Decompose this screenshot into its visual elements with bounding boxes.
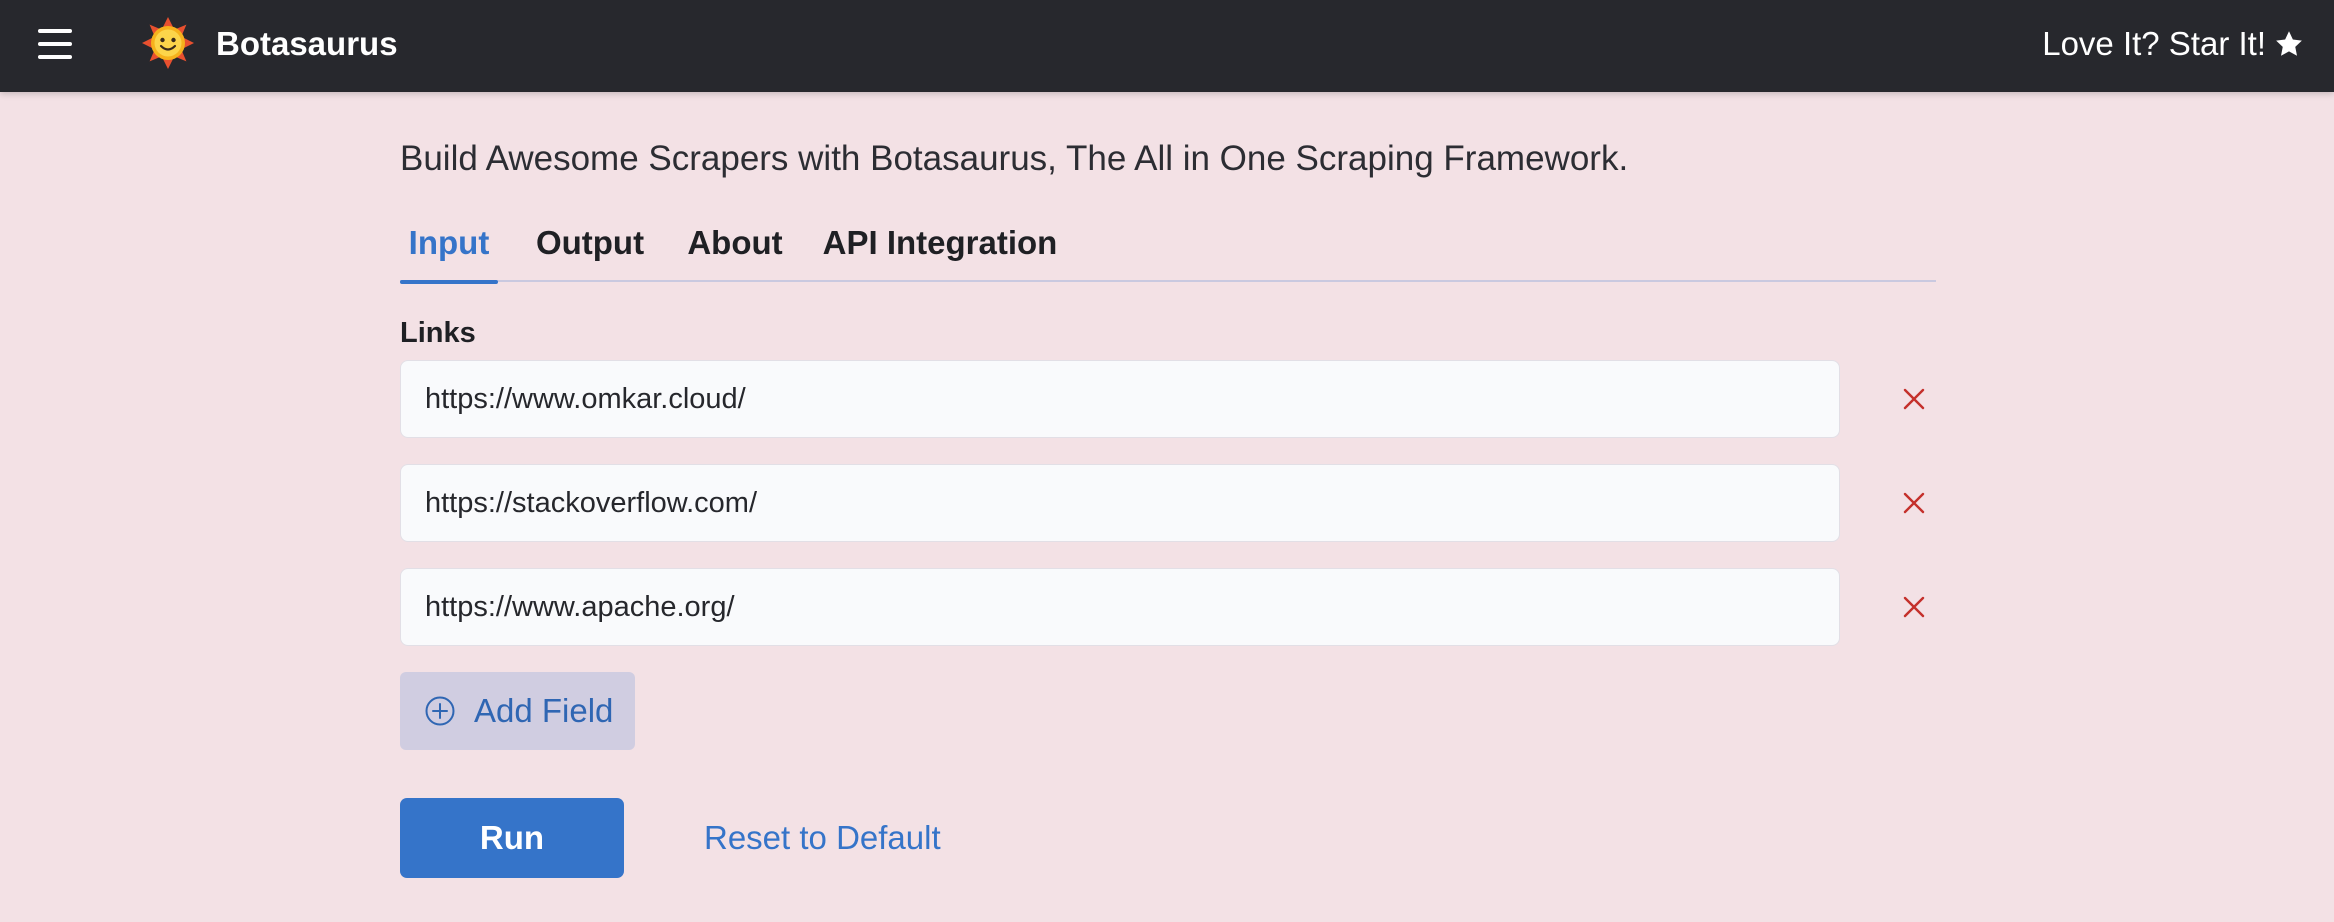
star-on-github-link[interactable]: Love It? Star It!	[2042, 22, 2304, 66]
tab-input[interactable]: Input	[400, 218, 498, 284]
sun-logo-icon	[142, 17, 194, 69]
tab-bar: Input Output About API Integration	[400, 218, 1936, 284]
link-row	[400, 568, 1940, 646]
links-field-label: Links	[400, 317, 476, 349]
star-icon	[2276, 31, 2302, 56]
run-button[interactable]: Run	[400, 798, 624, 878]
tab-output[interactable]: Output	[530, 218, 650, 282]
remove-link-1-close-icon[interactable]	[1896, 381, 1932, 417]
top-app-bar: Botasaurus Love It? Star It!	[0, 0, 2334, 92]
brand-name[interactable]: Botasaurus	[216, 22, 398, 66]
add-field-label: Add Field	[474, 692, 614, 729]
remove-link-2-close-icon[interactable]	[1896, 485, 1932, 521]
page-tagline: Build Awesome Scrapers with Botasaurus, …	[400, 139, 1629, 178]
link-input-1[interactable]	[400, 360, 1840, 438]
add-field-button[interactable]: Add Field	[400, 672, 635, 750]
link-input-2[interactable]	[400, 464, 1840, 542]
hamburger-menu-icon[interactable]	[38, 29, 72, 59]
reset-to-default-link[interactable]: Reset to Default	[704, 816, 941, 860]
star-cta-label: Love It? Star It!	[2042, 25, 2266, 62]
link-row	[400, 464, 1940, 542]
plus-circle-icon	[425, 696, 455, 726]
link-row	[400, 360, 1940, 438]
tab-api-integration[interactable]: API Integration	[820, 218, 1060, 282]
tab-about[interactable]: About	[682, 218, 788, 282]
remove-link-3-close-icon[interactable]	[1896, 589, 1932, 625]
link-input-3[interactable]	[400, 568, 1840, 646]
